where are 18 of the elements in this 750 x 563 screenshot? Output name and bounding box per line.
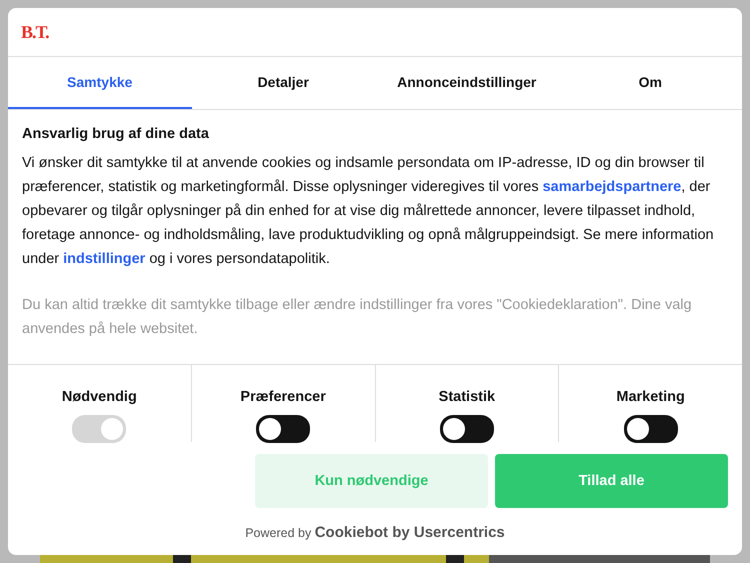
toggle-switch[interactable] bbox=[256, 415, 310, 443]
category-label: Marketing bbox=[616, 389, 685, 405]
logo: B.T. bbox=[21, 22, 49, 42]
category-label: Nødvendig bbox=[62, 389, 137, 405]
category-label: Statistik bbox=[438, 389, 496, 405]
tab[interactable]: Om bbox=[558, 57, 742, 109]
heading: Ansvarlig brug af dine data bbox=[22, 126, 210, 142]
powered-by-text: Powered by Cookiebot by Usercentrics bbox=[244, 524, 506, 541]
link[interactable]: indstillinger bbox=[63, 251, 146, 267]
toggle-switch[interactable] bbox=[440, 415, 494, 443]
category-label: Præferencer bbox=[240, 389, 326, 405]
link[interactable]: samarbejdspartnere bbox=[542, 179, 682, 195]
toggle-switch[interactable] bbox=[624, 415, 678, 443]
tab[interactable]: Samtykke bbox=[8, 57, 192, 109]
paragraph: Du kan altid trække dit samtykke tilbage eller ændre indstillinger fra vores "Cookiedeklaration". Dine valg anvendes på hele websitet. bbox=[22, 296, 693, 339]
tab[interactable]: Annonceindstillinger bbox=[375, 57, 558, 109]
paragraph: Vi ønsker dit samtykke til at anvende cookies og indsamle persondata om IP-adresse, ID og din browser til præferencer, statistik og marketingformål. Disse oplysninger videregives til vores samarbejdspartnere, der opbevarer og tilgår oplysninger på din enhed for at vise dig målrettede annoncer, levere tilpasset indhold, foretage annonce- og indholdsmåling, lave produktudvikling og opnå målgruppeindsigt. Se mere information under indstillinger og i vores persondatapolitik. bbox=[22, 154, 715, 269]
tab[interactable]: Detaljer bbox=[192, 57, 375, 109]
